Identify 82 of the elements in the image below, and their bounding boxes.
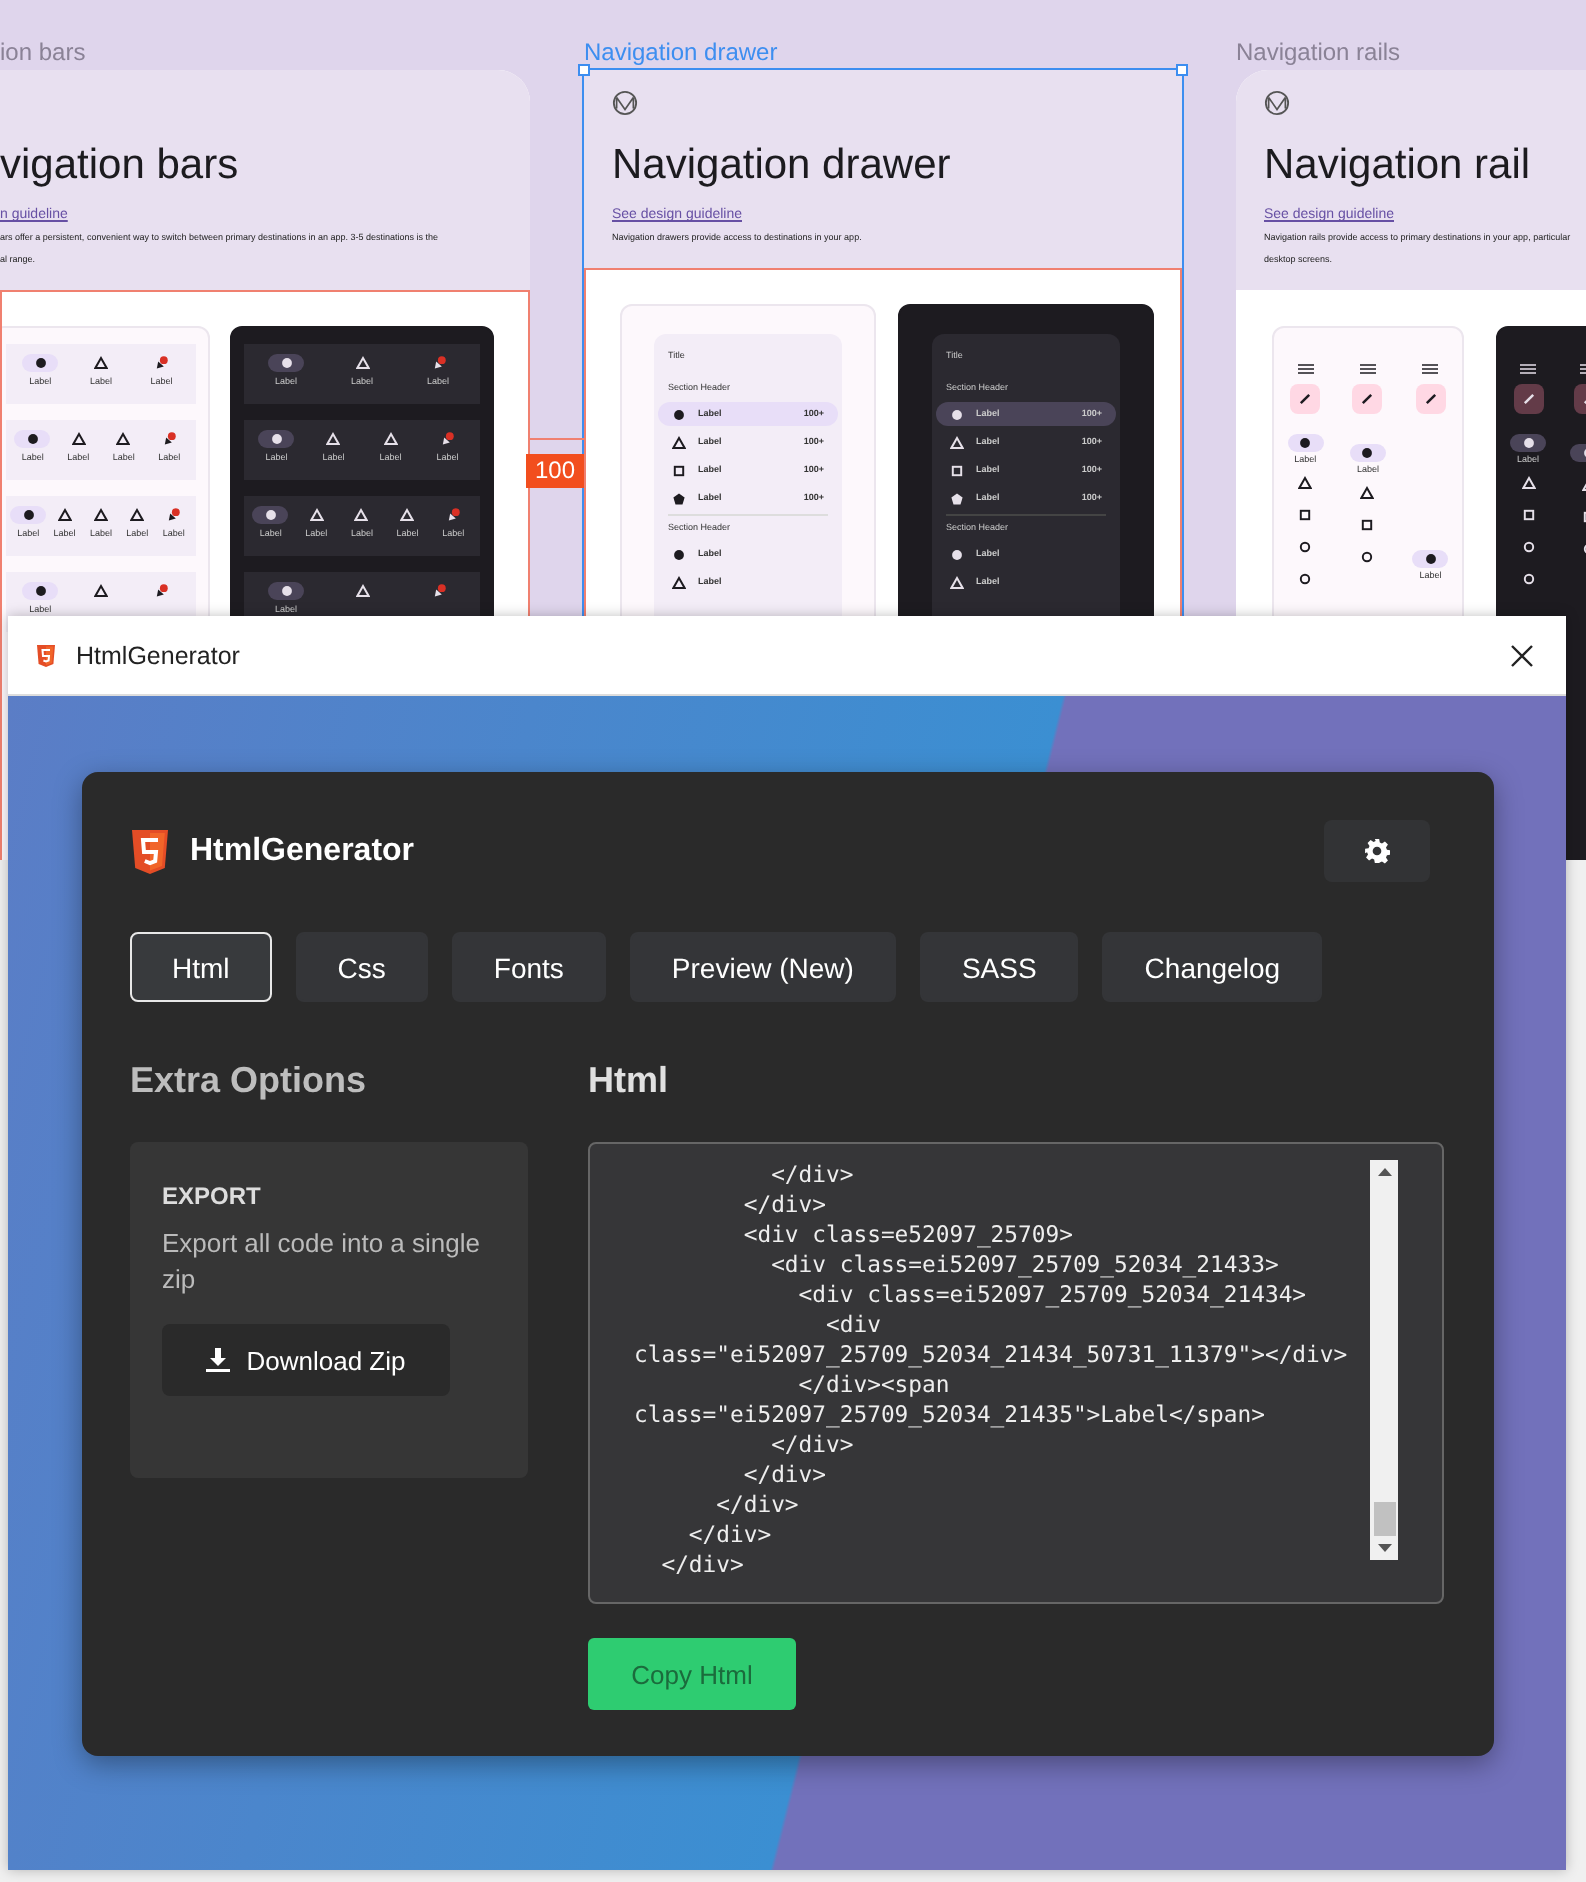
code-line: class="ei52097_25709_52034_21434_50731_11379"></div> <box>634 1340 1350 1370</box>
selection-handle[interactable] <box>1176 64 1188 76</box>
triangle-icon <box>950 575 964 589</box>
selection-handle[interactable] <box>578 64 590 76</box>
code-line: </div> <box>659 1550 746 1580</box>
section-heading: Extra Options <box>130 1058 369 1104</box>
dot-icon <box>672 547 686 561</box>
code-line: <div <box>824 1310 883 1340</box>
card-text: Export all code into a single zip <box>162 1226 482 1298</box>
close-button[interactable] <box>1506 639 1538 671</box>
logo-icon <box>1264 90 1290 116</box>
scrollbar-thumb[interactable] <box>1373 1502 1395 1536</box>
tab[interactable]: Html <box>130 932 272 1002</box>
logo-icon <box>612 90 638 116</box>
pentagon-icon <box>950 491 964 505</box>
tab[interactable]: Preview (New) <box>629 932 896 1002</box>
fab-button[interactable] <box>1415 384 1446 414</box>
frame-heading: vigation bars <box>0 140 239 192</box>
code-line: class="ei52097_25709_52034_21435">Label</span> <box>634 1400 1267 1430</box>
fab-button[interactable] <box>1290 384 1321 414</box>
dot-icon <box>1298 436 1313 450</box>
tab[interactable]: Css <box>295 932 428 1002</box>
pencil-icon <box>1360 392 1375 406</box>
scroll-down-icon[interactable] <box>1377 1544 1391 1552</box>
square-icon <box>672 463 686 477</box>
menu-icon[interactable] <box>1297 364 1314 374</box>
dot-icon <box>33 356 48 370</box>
menu-icon[interactable] <box>1422 364 1439 374</box>
window-title: HtmlGenerator <box>76 641 240 669</box>
pencil-icon <box>1423 392 1438 406</box>
dot-icon <box>950 407 964 421</box>
pentagon-icon <box>672 491 686 505</box>
fab-button[interactable] <box>1513 384 1543 414</box>
dot-icon <box>21 508 36 522</box>
download-icon <box>206 1348 231 1372</box>
html5-logo-icon <box>130 827 170 875</box>
frame-heading: Navigation rail <box>1264 140 1531 192</box>
tab[interactable]: Changelog <box>1102 932 1323 1002</box>
app-name: HtmlGenerator <box>190 833 415 869</box>
download-button[interactable]: Download Zip <box>162 1324 450 1396</box>
dot-icon <box>263 508 278 522</box>
dot-icon <box>1423 552 1438 566</box>
settings-button[interactable] <box>1324 820 1430 882</box>
dot-icon <box>1360 446 1375 460</box>
square-icon <box>950 463 964 477</box>
code-line: </div> <box>686 1520 774 1550</box>
settings-icon <box>1364 838 1390 864</box>
triangle-icon <box>672 575 686 589</box>
pencil-icon <box>1521 392 1535 406</box>
pencil-icon <box>1298 392 1313 406</box>
triangle-icon <box>950 435 964 449</box>
dot-icon <box>269 432 284 446</box>
code-line: <div class=ei52097_25709_52034_21433> <box>769 1250 1281 1280</box>
dot-icon <box>950 547 964 561</box>
code-area[interactable] <box>588 1142 1444 1604</box>
tab[interactable]: Fonts <box>451 932 606 1002</box>
section-heading: Html <box>588 1058 670 1104</box>
close-icon <box>1510 643 1534 667</box>
html5-logo-icon <box>36 643 56 667</box>
dot-icon <box>25 432 40 446</box>
tab[interactable]: SASS <box>919 932 1079 1002</box>
code-line: </div> <box>741 1190 829 1220</box>
code-line: </div> <box>714 1490 801 1520</box>
spacing-badge: 100 <box>526 454 584 488</box>
code-line: </div> <box>769 1160 856 1190</box>
scroll-up-icon[interactable] <box>1377 1168 1391 1176</box>
fab-button[interactable] <box>1352 384 1383 414</box>
dot-icon <box>1521 436 1535 450</box>
code-line: <div class=e52097_25709> <box>741 1220 1075 1250</box>
dot-icon <box>672 407 686 421</box>
code-line: </div> <box>741 1460 829 1490</box>
scrollbar[interactable] <box>1370 1160 1398 1560</box>
dot-icon <box>279 356 293 370</box>
code-line: </div> <box>769 1430 856 1460</box>
menu-icon[interactable] <box>1359 364 1376 374</box>
triangle-icon <box>672 435 686 449</box>
dot-icon <box>33 584 48 598</box>
code-line: <div class=ei52097_25709_52034_21434> <box>796 1280 1309 1310</box>
code-line: </div><span <box>796 1370 952 1400</box>
card-title: EXPORT <box>162 1182 263 1210</box>
frame-heading: Navigation drawer <box>612 140 951 192</box>
dot-icon <box>279 584 293 598</box>
